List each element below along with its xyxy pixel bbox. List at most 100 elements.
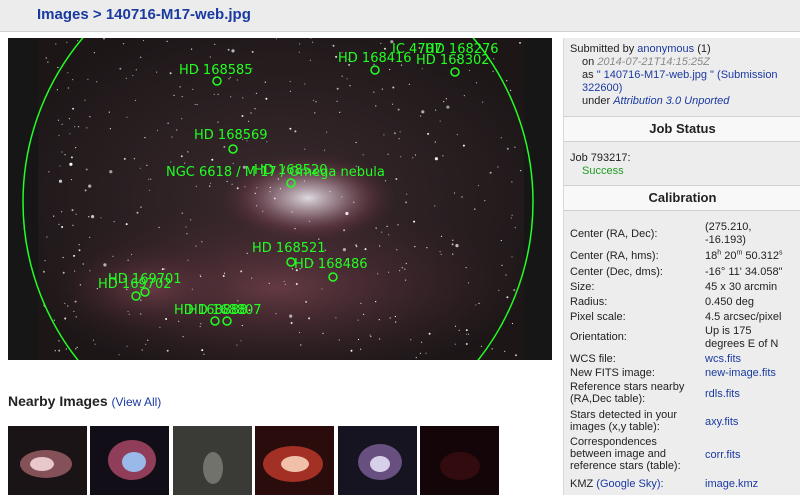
nearby-thumbnail-2[interactable] [90, 426, 169, 495]
nearby-thumbnail-3[interactable] [173, 426, 252, 495]
star [426, 247, 428, 249]
star [312, 99, 315, 101]
annotated-image[interactable]: HD 168585 HD 168416 IC 4707 HD 168276 HD 168… [8, 38, 552, 360]
star [241, 115, 244, 117]
star [400, 156, 402, 158]
star [511, 214, 513, 216]
star [410, 339, 412, 341]
rdls-file-link[interactable]: rdls.fits [705, 388, 800, 400]
star [379, 245, 381, 247]
hms-value: 18h 20m 50.312s [705, 249, 800, 262]
nearby-thumbnail-1[interactable] [8, 426, 87, 495]
star [140, 206, 142, 208]
top-bar: Images > 140716-M17-web.jpg [0, 0, 800, 32]
user-link[interactable]: anonymous [637, 43, 694, 55]
star [463, 95, 465, 97]
hms-seconds-unit: s [779, 249, 783, 257]
under-label: under [582, 95, 611, 107]
star [201, 241, 203, 243]
nearby-thumbnail-4[interactable] [255, 426, 334, 495]
star [363, 313, 365, 315]
star [343, 229, 346, 232]
star [201, 349, 204, 352]
star [72, 79, 74, 81]
star [434, 141, 436, 143]
corr-file-link[interactable]: corr.fits [705, 449, 800, 461]
star [412, 157, 414, 159]
star [468, 69, 471, 72]
star [452, 239, 454, 241]
hms-hours-unit: h [717, 249, 722, 257]
star [427, 132, 430, 135]
star [338, 339, 340, 341]
star [504, 350, 506, 352]
star [268, 282, 270, 284]
star [511, 181, 513, 183]
star [342, 248, 346, 252]
dms-label: Center (Dec, dms): [570, 266, 663, 278]
star [75, 147, 77, 149]
star [76, 346, 78, 348]
star [226, 180, 228, 183]
star [279, 188, 281, 190]
star [357, 319, 359, 321]
star [123, 157, 126, 160]
star [294, 228, 296, 230]
star [256, 187, 258, 189]
star [84, 189, 87, 192]
kmz-label-text: KMZ [570, 478, 594, 490]
star [389, 317, 391, 319]
star [195, 245, 197, 247]
annotation-label: HD 168569 [194, 128, 268, 143]
calibration-header: Calibration [564, 185, 800, 211]
star [308, 220, 310, 222]
nearby-thumbnail-5[interactable] [338, 426, 417, 495]
star [196, 103, 198, 106]
star [315, 101, 317, 103]
view-all-link[interactable]: (View All) [112, 395, 162, 409]
star [113, 221, 115, 223]
rdls-label-line-2: (RA,Dec table): [570, 393, 646, 405]
kmz-label: KMZ (Google Sky): [570, 478, 698, 490]
kmz-file-link[interactable]: image.kmz [705, 478, 800, 490]
star [69, 162, 73, 166]
star [375, 301, 377, 303]
star [309, 59, 311, 61]
orientation-value-line-1: Up is 175 [705, 325, 752, 337]
nearby-thumbnail-6[interactable] [420, 426, 499, 495]
star [456, 134, 458, 136]
license-link[interactable]: Attribution 3.0 Unported [613, 95, 729, 107]
star [156, 129, 159, 131]
wcs-file-link[interactable]: wcs.fits [705, 353, 800, 365]
star [191, 288, 193, 290]
star [176, 129, 178, 131]
star [451, 243, 454, 246]
star [200, 323, 202, 325]
star [181, 212, 183, 214]
star [54, 350, 56, 352]
hms-minutes: 20 [724, 250, 737, 262]
star [439, 251, 441, 253]
star [86, 127, 88, 129]
star [147, 339, 149, 341]
star [397, 224, 399, 226]
filename-link[interactable]: " 140716-M17-web.jpg " [597, 69, 714, 81]
star [250, 112, 252, 114]
star [369, 334, 371, 336]
star [61, 151, 63, 153]
star [419, 352, 421, 354]
star [242, 97, 244, 99]
star [62, 271, 65, 274]
google-sky-link[interactable]: (Google Sky): [596, 478, 663, 490]
star [314, 112, 316, 114]
star [232, 162, 234, 164]
star [332, 44, 335, 47]
star [375, 105, 377, 107]
axy-file-link[interactable]: axy.fits [705, 416, 800, 428]
new-fits-label: New FITS image: [570, 367, 655, 379]
star [170, 161, 172, 163]
breadcrumb-images-link[interactable]: Images [37, 6, 89, 23]
new-fits-link[interactable]: new-image.fits [705, 367, 800, 379]
breadcrumb-separator: > [92, 6, 102, 23]
star [64, 302, 66, 304]
